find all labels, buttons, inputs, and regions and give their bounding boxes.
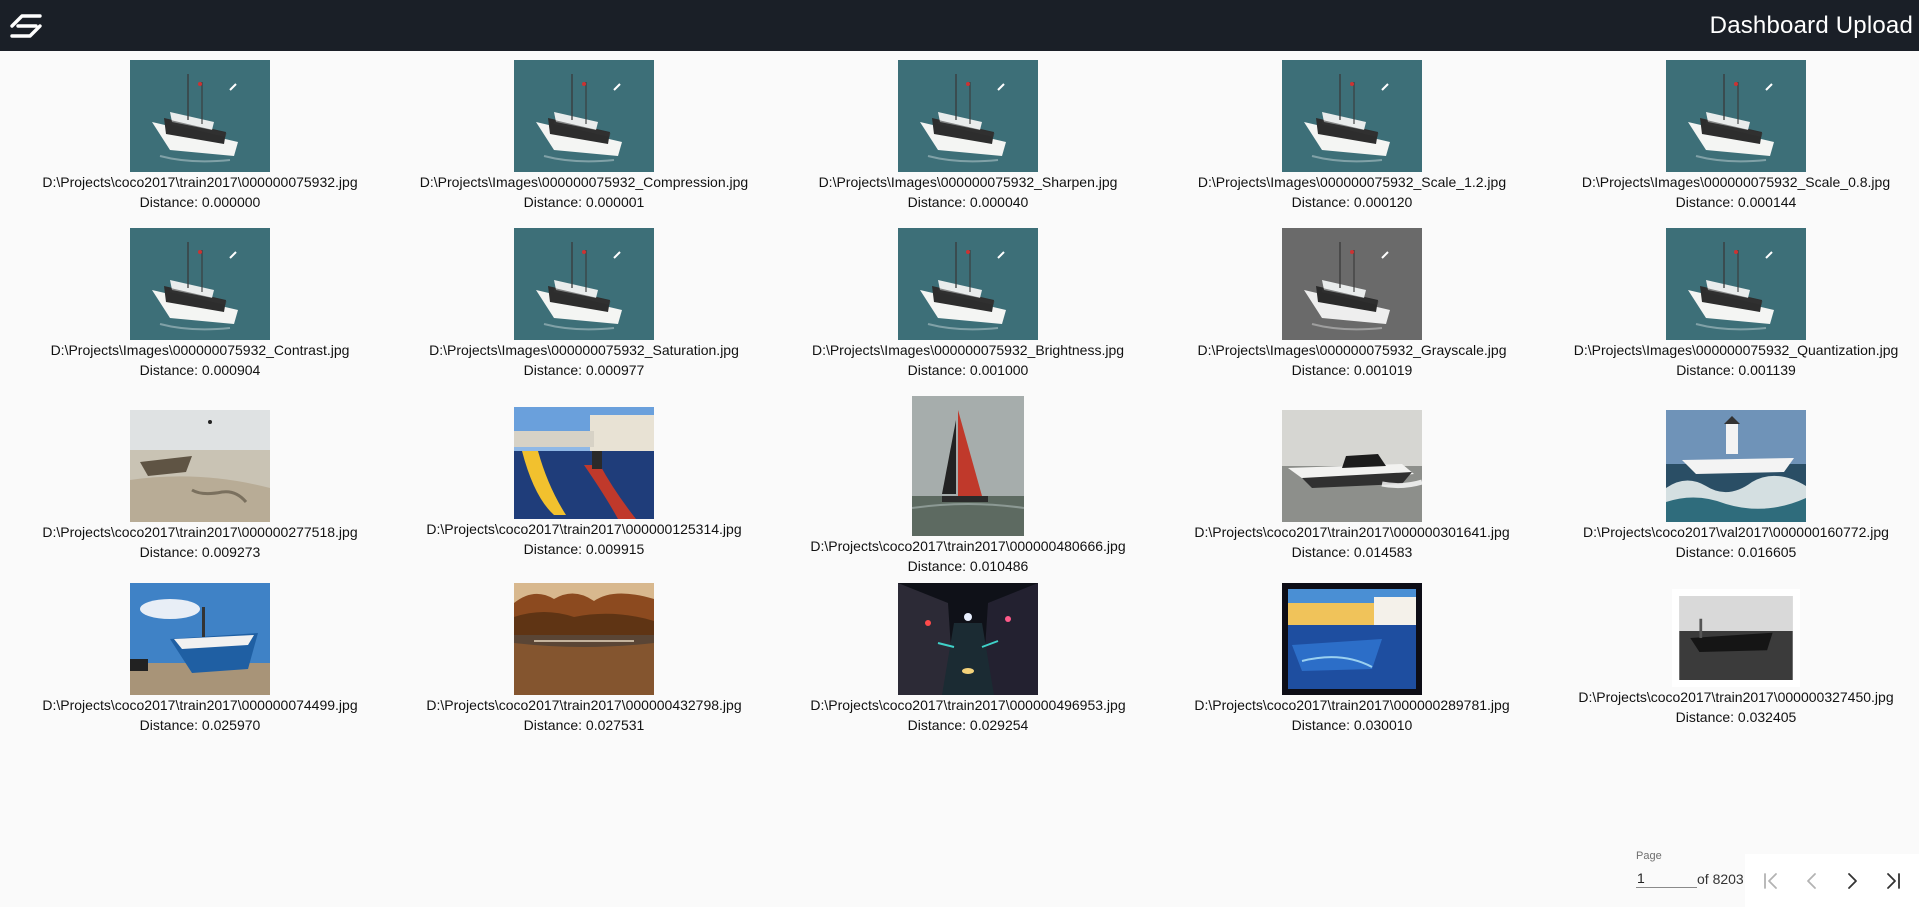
result-card[interactable]: D:\Projects\Images\000000075932_Sharpen.… <box>776 60 1160 211</box>
result-card[interactable]: D:\Projects\coco2017\train2017\000000289… <box>1160 583 1544 734</box>
image-path: D:\Projects\coco2017\train2017\000000301… <box>1194 524 1510 540</box>
image-path: D:\Projects\Images\000000075932_Contrast… <box>50 342 350 358</box>
page-number-input[interactable] <box>1636 868 1697 888</box>
next-page-button[interactable] <box>1835 864 1869 898</box>
result-thumbnail[interactable] <box>130 410 270 522</box>
last-page-icon <box>1886 872 1900 889</box>
image-path: D:\Projects\coco2017\train2017\000000074… <box>42 697 358 713</box>
result-card[interactable]: D:\Projects\Images\000000075932_Saturati… <box>392 228 776 379</box>
distance-value: Distance: 0.000000 <box>139 194 261 210</box>
app-title: Dashboard Upload <box>1709 11 1913 39</box>
result-thumbnail[interactable] <box>1666 410 1806 522</box>
result-card[interactable]: D:\Projects\Images\000000075932_Scale_1.… <box>1160 60 1544 211</box>
distance-value: Distance: 0.000904 <box>139 362 261 378</box>
result-card[interactable]: D:\Projects\Images\000000075932_Grayscal… <box>1160 228 1544 379</box>
image-path: D:\Projects\coco2017\train2017\000000277… <box>42 524 358 540</box>
last-page-button[interactable] <box>1876 864 1910 898</box>
distance-value: Distance: 0.001019 <box>1291 362 1413 378</box>
image-path: D:\Projects\coco2017\val2017\00000016077… <box>1583 524 1889 540</box>
distance-value: Distance: 0.010486 <box>907 558 1029 574</box>
result-thumbnail[interactable] <box>130 228 270 340</box>
result-thumbnail[interactable] <box>1282 410 1422 522</box>
result-thumbnail[interactable] <box>130 60 270 172</box>
image-path: D:\Projects\Images\000000075932_Scale_1.… <box>1197 174 1507 190</box>
chevron-left-icon <box>1806 872 1816 889</box>
result-thumbnail[interactable] <box>898 583 1038 695</box>
result-thumbnail[interactable] <box>514 60 654 172</box>
distance-value: Distance: 0.009915 <box>523 541 645 557</box>
distance-value: Distance: 0.016605 <box>1675 544 1797 560</box>
result-thumbnail[interactable] <box>514 407 654 519</box>
result-thumbnail[interactable] <box>514 583 654 695</box>
result-card[interactable]: D:\Projects\Images\000000075932_Quantiza… <box>1544 228 1919 379</box>
pagination-controls <box>1745 854 1919 907</box>
result-thumbnail[interactable] <box>912 396 1024 536</box>
image-path: D:\Projects\Images\000000075932_Brightne… <box>811 342 1125 358</box>
image-path: D:\Projects\coco2017\train2017\000000432… <box>426 697 742 713</box>
result-thumbnail[interactable] <box>1666 60 1806 172</box>
result-card[interactable]: D:\Projects\coco2017\train2017\000000125… <box>392 407 776 558</box>
result-thumbnail[interactable] <box>130 583 270 695</box>
result-card[interactable]: D:\Projects\coco2017\val2017\00000016077… <box>1544 410 1919 561</box>
result-card[interactable]: D:\Projects\Images\000000075932_Contrast… <box>8 228 392 379</box>
result-card[interactable]: D:\Projects\coco2017\train2017\000000075… <box>8 60 392 211</box>
distance-value: Distance: 0.000040 <box>907 194 1029 210</box>
image-path: D:\Projects\coco2017\train2017\000000480… <box>810 538 1126 554</box>
result-thumbnail[interactable] <box>1282 583 1422 695</box>
distance-value: Distance: 0.025970 <box>139 717 261 733</box>
image-path: D:\Projects\coco2017\train2017\000000289… <box>1194 697 1510 713</box>
result-thumbnail[interactable] <box>1672 589 1800 687</box>
result-card[interactable]: D:\Projects\Images\000000075932_Scale_0.… <box>1544 60 1919 211</box>
distance-value: Distance: 0.000144 <box>1675 194 1797 210</box>
result-thumbnail[interactable] <box>898 228 1038 340</box>
result-thumbnail[interactable] <box>1282 60 1422 172</box>
result-card[interactable]: D:\Projects\coco2017\train2017\000000327… <box>1544 589 1919 726</box>
distance-value: Distance: 0.000977 <box>523 362 645 378</box>
top-bar: Dashboard Upload <box>0 0 1919 51</box>
image-path: D:\Projects\Images\000000075932_Sharpen.… <box>818 174 1118 190</box>
image-path: D:\Projects\coco2017\train2017\000000075… <box>42 174 358 190</box>
image-path: D:\Projects\coco2017\train2017\000000496… <box>810 697 1126 713</box>
app-logo-icon[interactable] <box>4 4 48 48</box>
result-card[interactable]: D:\Projects\coco2017\train2017\000000301… <box>1160 410 1544 561</box>
distance-value: Distance: 0.000120 <box>1291 194 1413 210</box>
result-card[interactable]: D:\Projects\coco2017\train2017\000000496… <box>776 583 1160 734</box>
result-thumbnail[interactable] <box>1666 228 1806 340</box>
result-card[interactable]: D:\Projects\Images\000000075932_Compress… <box>392 60 776 211</box>
result-card[interactable]: D:\Projects\coco2017\train2017\000000432… <box>392 583 776 734</box>
result-card[interactable]: D:\Projects\Images\000000075932_Brightne… <box>776 228 1160 379</box>
image-path: D:\Projects\Images\000000075932_Compress… <box>419 174 749 190</box>
page-field: Page <box>1636 850 1698 888</box>
result-thumbnail[interactable] <box>1282 228 1422 340</box>
distance-value: Distance: 0.001000 <box>907 362 1029 378</box>
previous-page-button[interactable] <box>1795 864 1829 898</box>
distance-value: Distance: 0.029254 <box>907 717 1029 733</box>
result-thumbnail[interactable] <box>514 228 654 340</box>
first-page-icon <box>1764 872 1778 889</box>
distance-value: Distance: 0.027531 <box>523 717 645 733</box>
distance-value: Distance: 0.014583 <box>1291 544 1413 560</box>
distance-value: Distance: 0.001139 <box>1676 362 1796 378</box>
image-path: D:\Projects\coco2017\train2017\000000327… <box>1578 689 1894 705</box>
image-path: D:\Projects\Images\000000075932_Grayscal… <box>1197 342 1507 358</box>
distance-value: Distance: 0.030010 <box>1291 717 1413 733</box>
page-label: Page <box>1636 850 1662 862</box>
image-path: D:\Projects\coco2017\train2017\000000125… <box>426 521 742 537</box>
image-path: D:\Projects\Images\000000075932_Scale_0.… <box>1581 174 1891 190</box>
image-path: D:\Projects\Images\000000075932_Quantiza… <box>1573 342 1899 358</box>
first-page-button[interactable] <box>1754 864 1788 898</box>
result-card[interactable]: D:\Projects\coco2017\train2017\000000074… <box>8 583 392 734</box>
result-card[interactable]: D:\Projects\coco2017\train2017\000000277… <box>8 410 392 561</box>
distance-value: Distance: 0.032405 <box>1675 709 1797 725</box>
result-thumbnail[interactable] <box>898 60 1038 172</box>
total-pages-label: of 8203 <box>1697 871 1744 887</box>
distance-value: Distance: 0.000001 <box>523 194 645 210</box>
chevron-right-icon <box>1848 872 1858 889</box>
image-path: D:\Projects\Images\000000075932_Saturati… <box>429 342 739 358</box>
result-card[interactable]: D:\Projects\coco2017\train2017\000000480… <box>776 396 1160 575</box>
distance-value: Distance: 0.009273 <box>139 544 261 560</box>
